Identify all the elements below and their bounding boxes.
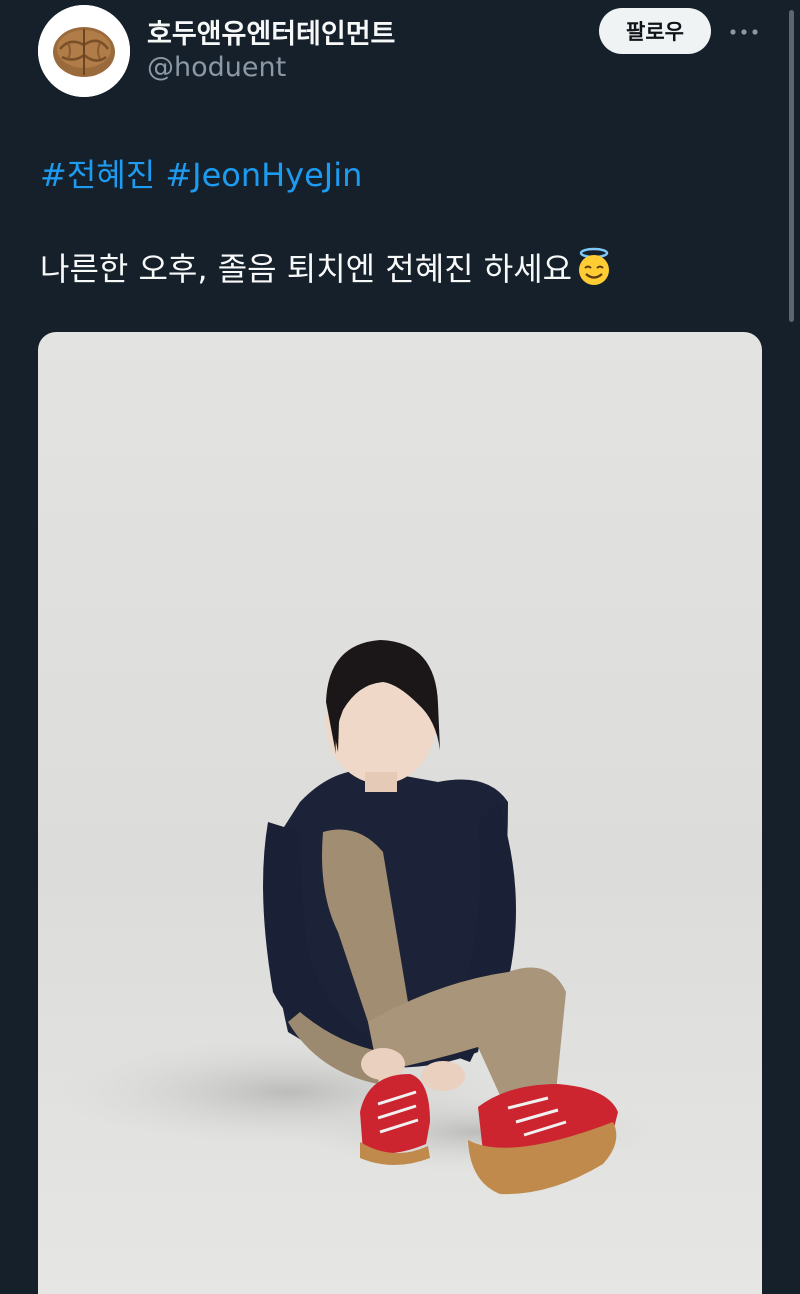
hashtag-link[interactable]: #전혜진: [40, 156, 155, 194]
more-options-button[interactable]: [724, 16, 764, 48]
more-dots-icon: [730, 29, 758, 35]
author-avatar[interactable]: [38, 5, 130, 97]
tweet-text: 나른한 오후, 졸음 퇴치엔 전혜진 하세요: [40, 244, 614, 290]
author-handle[interactable]: @hoduent: [147, 52, 286, 83]
hashtag-link[interactable]: #JeonHyeJin: [165, 156, 362, 194]
scrollbar-thumb[interactable]: [789, 10, 794, 322]
walnut-icon: [38, 5, 130, 97]
follow-button[interactable]: 팔로우: [599, 8, 711, 54]
tweet-text-content: 나른한 오후, 졸음 퇴치엔 전혜진 하세요: [40, 250, 573, 288]
hashtag-line: #전혜진 #JeonHyeJin: [40, 150, 362, 196]
photo-image: [38, 332, 762, 1294]
author-display-name[interactable]: 호두앤유엔터테인먼트: [147, 12, 395, 51]
tweet-photo[interactable]: [38, 332, 762, 1294]
smiling-face-with-halo-icon: [579, 247, 610, 285]
